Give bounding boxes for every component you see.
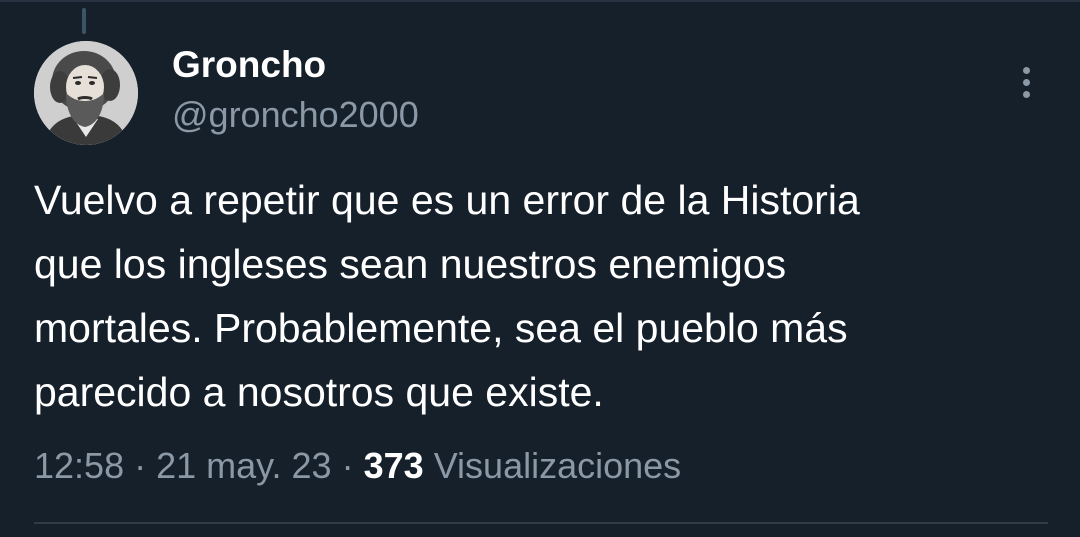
- top-divider: [0, 0, 1080, 2]
- author-handle[interactable]: @groncho2000: [172, 92, 419, 138]
- tweet-text-line: que los ingleses sean nuestros enemigos: [34, 241, 787, 287]
- tweet-text-line: Vuelvo a repetir que es un error de la H…: [34, 177, 860, 223]
- more-options-button[interactable]: [1008, 60, 1044, 104]
- bottom-divider: [34, 522, 1048, 524]
- thread-connector-line: [82, 8, 86, 34]
- tweet-text-line: mortales. Probablemente, sea el pueblo m…: [34, 305, 848, 351]
- tweet-metadata: 12:58 · 21 may. 23 · 373 Visualizaciones: [34, 442, 681, 490]
- tweet-date[interactable]: 21 may. 23: [156, 445, 331, 486]
- bearded-man-portrait-icon: [34, 41, 138, 145]
- tweet-card[interactable]: Groncho @groncho2000 Vuelvo a repetir qu…: [0, 0, 1080, 537]
- avatar[interactable]: [34, 41, 138, 145]
- tweet-time[interactable]: 12:58: [34, 445, 124, 486]
- views-label: Visualizaciones: [433, 445, 682, 486]
- separator-dot: ·: [341, 445, 354, 486]
- tweet-text-line: parecido a nosotros que existe.: [34, 369, 604, 415]
- views-count[interactable]: 373: [364, 445, 424, 486]
- separator-dot: ·: [134, 445, 147, 486]
- tweet-text: Vuelvo a repetir que es un error de la H…: [34, 168, 1054, 424]
- author-display-name[interactable]: Groncho: [172, 42, 326, 88]
